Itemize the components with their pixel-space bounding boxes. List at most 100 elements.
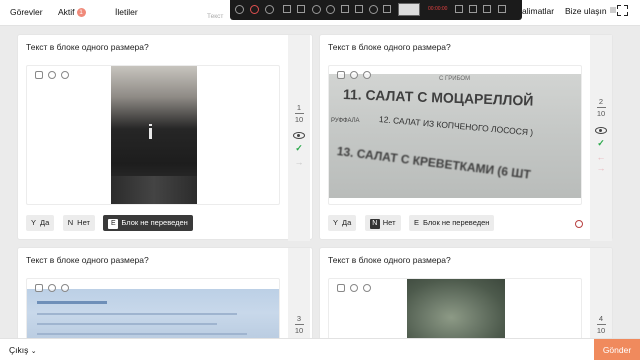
expand-icon[interactable] (337, 71, 345, 79)
crop-icon[interactable] (283, 5, 291, 13)
task-image (27, 289, 279, 341)
active-count-badge: 1 (76, 8, 86, 17)
page-number: 1 (296, 103, 302, 112)
card-pager: 3 10 (288, 314, 310, 335)
eye-icon[interactable] (595, 127, 607, 134)
image-line (37, 333, 247, 335)
task-image-box (26, 65, 280, 205)
answer-not-translated[interactable]: E Блок не переведен (408, 215, 495, 231)
page-total: 10 (596, 109, 606, 118)
card-pager: 1 10 (288, 103, 310, 124)
pen-icon[interactable] (297, 5, 305, 13)
answer-yes[interactable]: Y Да (328, 215, 357, 231)
screen-recorder-toolbar: 00:00:00 (230, 0, 616, 20)
timer-icon[interactable] (469, 5, 477, 13)
page-number: 4 (598, 314, 604, 323)
fullscreen-icon[interactable] (617, 5, 628, 16)
image-keyboard (111, 176, 197, 204)
mic-icon[interactable] (383, 5, 391, 13)
card-side-panel: 4 10 (590, 248, 612, 341)
close-icon[interactable] (498, 5, 506, 13)
check-icon[interactable]: ✓ (596, 139, 606, 148)
card-side-panel: 1 10 ✓ → (288, 35, 310, 241)
exit-button[interactable]: Çıkış ⌄ (9, 345, 37, 355)
ghost-text: Текст (207, 13, 224, 20)
rotate-left-icon[interactable] (350, 71, 358, 79)
flag-icon[interactable] (575, 220, 583, 228)
arrow-right-icon[interactable]: → (596, 163, 606, 173)
nav-messages[interactable]: İletiler (115, 7, 138, 17)
answer-not-translated[interactable]: E Блок не переведен (103, 215, 193, 231)
webcam-dot-icon (610, 7, 616, 13)
rotate-right-icon[interactable] (363, 71, 371, 79)
image-text-prefix: РУФФАЛА (331, 118, 360, 124)
expand-icon[interactable] (35, 284, 43, 292)
exit-label: Çıkış (9, 345, 29, 355)
image-text-line3: 13. САЛАТ С КРЕВЕТКАМИ (6 ШТ (336, 144, 532, 182)
text-tool-icon[interactable] (341, 5, 349, 13)
card-side-panel: 2 10 ✓ ← → (590, 35, 612, 241)
image-text-line1: 11. САЛАТ С МОЦАРЕЛЛОЙ (342, 86, 534, 109)
bottom-bar: Çıkış ⌄ Gönder (0, 338, 640, 360)
nav-active-label: Aktif (58, 7, 75, 17)
rotate-right-icon[interactable] (61, 71, 69, 79)
nav-active[interactable]: Aktif 1 (58, 7, 86, 17)
zoom-in-icon[interactable] (312, 5, 321, 14)
card-pager: 4 10 (590, 314, 612, 335)
task-image (407, 279, 505, 341)
eye-icon[interactable] (293, 132, 305, 139)
page-number: 3 (296, 314, 302, 323)
zoom-out-icon[interactable] (326, 5, 335, 14)
nav-tasks[interactable]: Görevler (10, 7, 43, 17)
page-total: 10 (294, 326, 304, 335)
send-button[interactable]: Gönder (594, 339, 640, 360)
record-icon[interactable] (250, 5, 259, 14)
arrow-right-icon[interactable]: → (294, 157, 304, 167)
card-side-panel: 3 10 (288, 248, 310, 341)
answer-group: Y Да N Нет E Блок не переведен (328, 215, 498, 231)
arrow-left-icon[interactable]: ← (596, 152, 606, 162)
expand-icon[interactable] (337, 284, 345, 292)
rotate-right-icon[interactable] (363, 284, 371, 292)
rotate-left-icon[interactable] (350, 284, 358, 292)
image-glyph-dot (149, 124, 152, 126)
contact-us-link[interactable]: Bize ulaşın (565, 6, 607, 16)
rotate-left-icon[interactable] (48, 284, 56, 292)
rotate-right-icon[interactable] (61, 284, 69, 292)
task-card-1: Текст в блоке одного размера? Y Да N Нет E… (17, 34, 313, 241)
card-question: Текст в блоке одного размера? (328, 255, 451, 265)
image-line (37, 301, 107, 304)
expand-icon[interactable] (35, 71, 43, 79)
check-icon[interactable]: ✓ (294, 144, 304, 153)
stop-icon[interactable] (265, 5, 274, 14)
image-glyph (149, 128, 152, 139)
task-image-box: С ГРИБОМ 11. САЛАТ С МОЦАРЕЛЛОЙ РУФФАЛА … (328, 65, 582, 205)
top-bar: Görevler Aktif 1 İletiler Текст 00:00:00 … (0, 0, 640, 26)
task-image: С ГРИБОМ 11. САЛАТ С МОЦАРЕЛЛОЙ РУФФАЛА … (329, 74, 581, 198)
card-question: Текст в блоке одного размера? (26, 42, 149, 52)
task-image (111, 66, 197, 204)
hand-icon[interactable] (355, 5, 363, 13)
image-text-line0: С ГРИБОМ (439, 76, 471, 82)
recorder-status: 00:00:00 (428, 6, 448, 12)
pause-icon[interactable] (235, 5, 244, 14)
task-card-2: Текст в блоке одного размера? С ГРИБОМ 1… (319, 34, 613, 241)
task-image-box (328, 278, 582, 341)
task-card-3: Текст в блоке одного размера? 3 10 (17, 247, 313, 342)
answer-no[interactable]: N Нет (364, 215, 401, 231)
rotate-left-icon[interactable] (48, 71, 56, 79)
chevron-down-icon: ⌄ (30, 348, 37, 355)
page-number: 2 (598, 97, 604, 106)
task-card-4: Текст в блоке одного размера? 4 10 (319, 247, 613, 342)
shield-icon[interactable] (455, 5, 463, 13)
hdr-info-link[interactable]: alimatlar (522, 6, 554, 16)
card-pager: 2 10 (590, 97, 612, 118)
preview-thumbnail[interactable] (398, 3, 420, 16)
camera-icon[interactable] (369, 5, 378, 14)
answer-no[interactable]: N Нет (62, 215, 95, 231)
card-question: Текст в блоке одного размера? (328, 42, 451, 52)
image-text-line2: 12. САЛАТ ИЗ КОПЧЕНОГО ЛОСОСЯ ) (378, 114, 534, 138)
image-line (37, 323, 217, 325)
settings-icon[interactable] (483, 5, 491, 13)
answer-yes[interactable]: Y Да (26, 215, 55, 231)
